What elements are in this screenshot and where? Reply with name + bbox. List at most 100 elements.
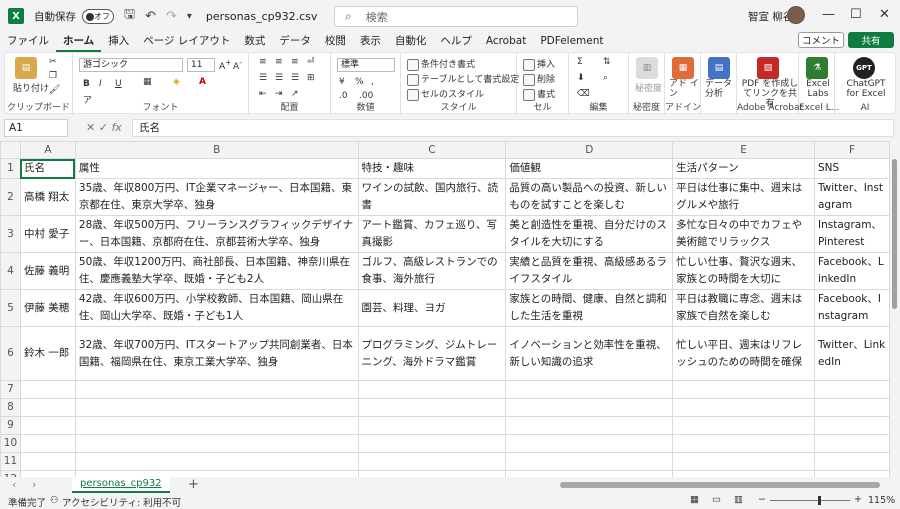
align-middle-icon[interactable]: ≡	[275, 57, 283, 67]
column-header-E[interactable]: E	[672, 141, 815, 159]
sensitivity-icon[interactable]: ▥	[636, 57, 658, 79]
prev-sheet-icon[interactable]: ‹	[12, 478, 16, 491]
close-icon[interactable]: ✕	[879, 7, 890, 22]
cell-A9[interactable]	[19, 416, 76, 435]
row-header[interactable]: 6	[0, 326, 21, 381]
cell-C7[interactable]	[357, 380, 507, 399]
cell-C9[interactable]	[357, 416, 507, 435]
cell-E6[interactable]: 忙しい平日、週末はリフレッシュのための時間を確保	[672, 326, 815, 381]
format-as-table-button[interactable]: テーブルとして書式設定	[407, 72, 519, 86]
cell-D8[interactable]	[505, 398, 674, 417]
row-header[interactable]: 4	[0, 252, 21, 290]
row-header[interactable]: 11	[0, 452, 21, 471]
column-header-F[interactable]: F	[814, 141, 890, 159]
menu-tab-5[interactable]: データ	[272, 32, 318, 52]
cell-B9[interactable]	[74, 416, 359, 435]
cell-F8[interactable]	[814, 398, 890, 417]
vertical-scroll-thumb[interactable]	[892, 159, 897, 309]
sheet-tab[interactable]: personas_cp932	[72, 477, 170, 493]
addin-icon[interactable]: ▦	[672, 57, 694, 79]
format-cells-button[interactable]: 書式	[523, 87, 555, 101]
cell-F7[interactable]	[814, 380, 890, 399]
quick-access-more-icon[interactable]: ▾	[187, 11, 192, 22]
cell-D9[interactable]	[505, 416, 674, 435]
cell-F11[interactable]	[814, 452, 890, 471]
fill-color-icon[interactable]: ◈	[173, 77, 180, 87]
undo-icon[interactable]: ↶	[145, 9, 156, 24]
align-bottom-icon[interactable]: ≡	[291, 57, 299, 67]
menu-tab-11[interactable]: PDFelement	[533, 32, 610, 52]
cell-C3[interactable]: アート鑑賞、カフェ巡り、写真撮影	[357, 215, 507, 253]
analyze-data-button[interactable]: データ 分析	[705, 79, 735, 99]
cell-E10[interactable]	[672, 434, 815, 453]
cell-B5[interactable]: 42歳、年収600万円、小学校教師、日本国籍、岡山県在住、岡山大学卒、既婚・子ど…	[74, 289, 359, 327]
vertical-scrollbar[interactable]	[890, 141, 900, 477]
zoom-level[interactable]: 115%	[868, 495, 895, 506]
save-icon[interactable]: 🖫	[124, 5, 135, 27]
cell-styles-button[interactable]: セルのスタイル	[407, 87, 484, 101]
next-sheet-icon[interactable]: ›	[32, 478, 36, 491]
cell-A1[interactable]: 氏名	[19, 158, 76, 179]
row-header[interactable]: 2	[0, 178, 21, 216]
cell-F9[interactable]	[814, 416, 890, 435]
cell-E1[interactable]: 生活パターン	[672, 158, 815, 179]
wrap-text-icon[interactable]: ⏎	[307, 57, 315, 67]
row-header[interactable]: 10	[0, 434, 21, 453]
cell-D4[interactable]: 実績と品質を重視、高級感あるライフスタイル	[505, 252, 674, 290]
cell-E2[interactable]: 平日は仕事に集中、週末はグルメや旅行	[672, 178, 815, 216]
column-header-C[interactable]: C	[357, 141, 507, 159]
copy-icon[interactable]: ❐	[49, 71, 57, 81]
orientation-icon[interactable]: ↗	[291, 89, 299, 99]
addin-button[interactable]: アド イン	[669, 79, 699, 99]
find-select-icon[interactable]: ⌕	[603, 73, 608, 83]
font-color-icon[interactable]: A	[199, 77, 206, 87]
cell-A3[interactable]: 中村 愛子	[19, 215, 76, 253]
cell-D11[interactable]	[505, 452, 674, 471]
comment-button[interactable]: コメント	[798, 32, 844, 48]
percent-icon[interactable]: %	[355, 77, 364, 87]
indent-increase-icon[interactable]: ⇥	[275, 89, 283, 99]
cell-E5[interactable]: 平日は教職に専念、週末は家族で自然を楽しむ	[672, 289, 815, 327]
zoom-out-icon[interactable]: −	[758, 494, 766, 505]
cell-D7[interactable]	[505, 380, 674, 399]
cell-C11[interactable]	[357, 452, 507, 471]
menu-tab-8[interactable]: 自動化	[388, 32, 434, 52]
sensitivity-button[interactable]: 秘密度	[635, 81, 662, 94]
cell-D6[interactable]: イノベーションと効率性を重視、新しい知識の追求	[505, 326, 674, 381]
menu-tab-7[interactable]: 表示	[353, 32, 388, 52]
menu-tab-4[interactable]: 数式	[237, 32, 272, 52]
excel-labs-button[interactable]: Excel Labs	[803, 79, 833, 99]
cell-C5[interactable]: 園芸、料理、ヨガ	[357, 289, 507, 327]
analyze-data-icon[interactable]: ▤	[708, 57, 730, 79]
cell-A11[interactable]	[19, 452, 76, 471]
cell-F10[interactable]	[814, 434, 890, 453]
zoom-slider[interactable]	[770, 500, 850, 501]
chatgpt-icon[interactable]: GPT	[853, 57, 875, 79]
share-button[interactable]: 共有	[848, 32, 894, 48]
menu-tab-2[interactable]: 挿入	[101, 32, 136, 52]
cell-B11[interactable]	[74, 452, 359, 471]
cell-B8[interactable]	[74, 398, 359, 417]
font-name-combo[interactable]: 游ゴシック	[79, 58, 183, 72]
font-size-combo[interactable]: 11	[187, 58, 215, 72]
cell-F5[interactable]: Facebook、Instagram	[814, 289, 890, 327]
bold-icon[interactable]: B	[83, 79, 90, 89]
merge-icon[interactable]: ⊞	[307, 73, 315, 83]
cell-B10[interactable]	[74, 434, 359, 453]
format-painter-icon[interactable]: 🖌	[49, 85, 60, 95]
accessibility-icon[interactable]: ⚇	[50, 495, 59, 506]
cell-A10[interactable]	[19, 434, 76, 453]
cell-F1[interactable]: SNS	[814, 158, 890, 179]
currency-icon[interactable]: ¥	[339, 77, 345, 87]
menu-tab-6[interactable]: 校閲	[318, 32, 353, 52]
avatar[interactable]	[787, 6, 805, 24]
column-header-B[interactable]: B	[74, 141, 359, 159]
select-all-corner[interactable]	[0, 141, 21, 159]
row-header[interactable]: 5	[0, 289, 21, 327]
horizontal-scrollbar[interactable]	[560, 482, 880, 488]
page-layout-icon[interactable]: ▭	[712, 494, 721, 505]
align-top-icon[interactable]: ≡	[259, 57, 267, 67]
indent-decrease-icon[interactable]: ⇤	[259, 89, 267, 99]
cell-B2[interactable]: 35歳、年収800万円、IT企業マネージャー、日本国籍、東京都在住、東京大学卒、…	[74, 178, 359, 216]
increase-font-icon[interactable]: A+	[219, 58, 231, 72]
